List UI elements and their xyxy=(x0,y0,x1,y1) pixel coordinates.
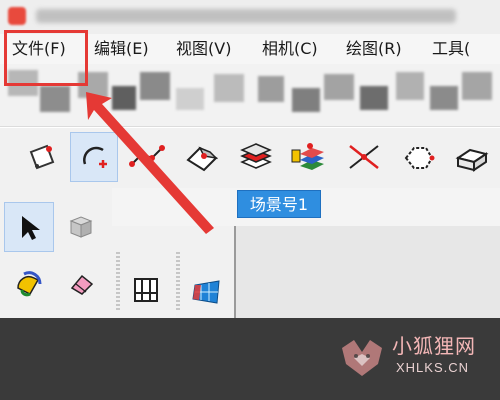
fox-logo-icon xyxy=(342,340,382,376)
watermark-name: 小狐狸网 xyxy=(392,334,476,358)
watermark: 小狐狸网 XHLKS.CN xyxy=(336,326,488,390)
watermark-domain: XHLKS.CN xyxy=(396,360,470,375)
